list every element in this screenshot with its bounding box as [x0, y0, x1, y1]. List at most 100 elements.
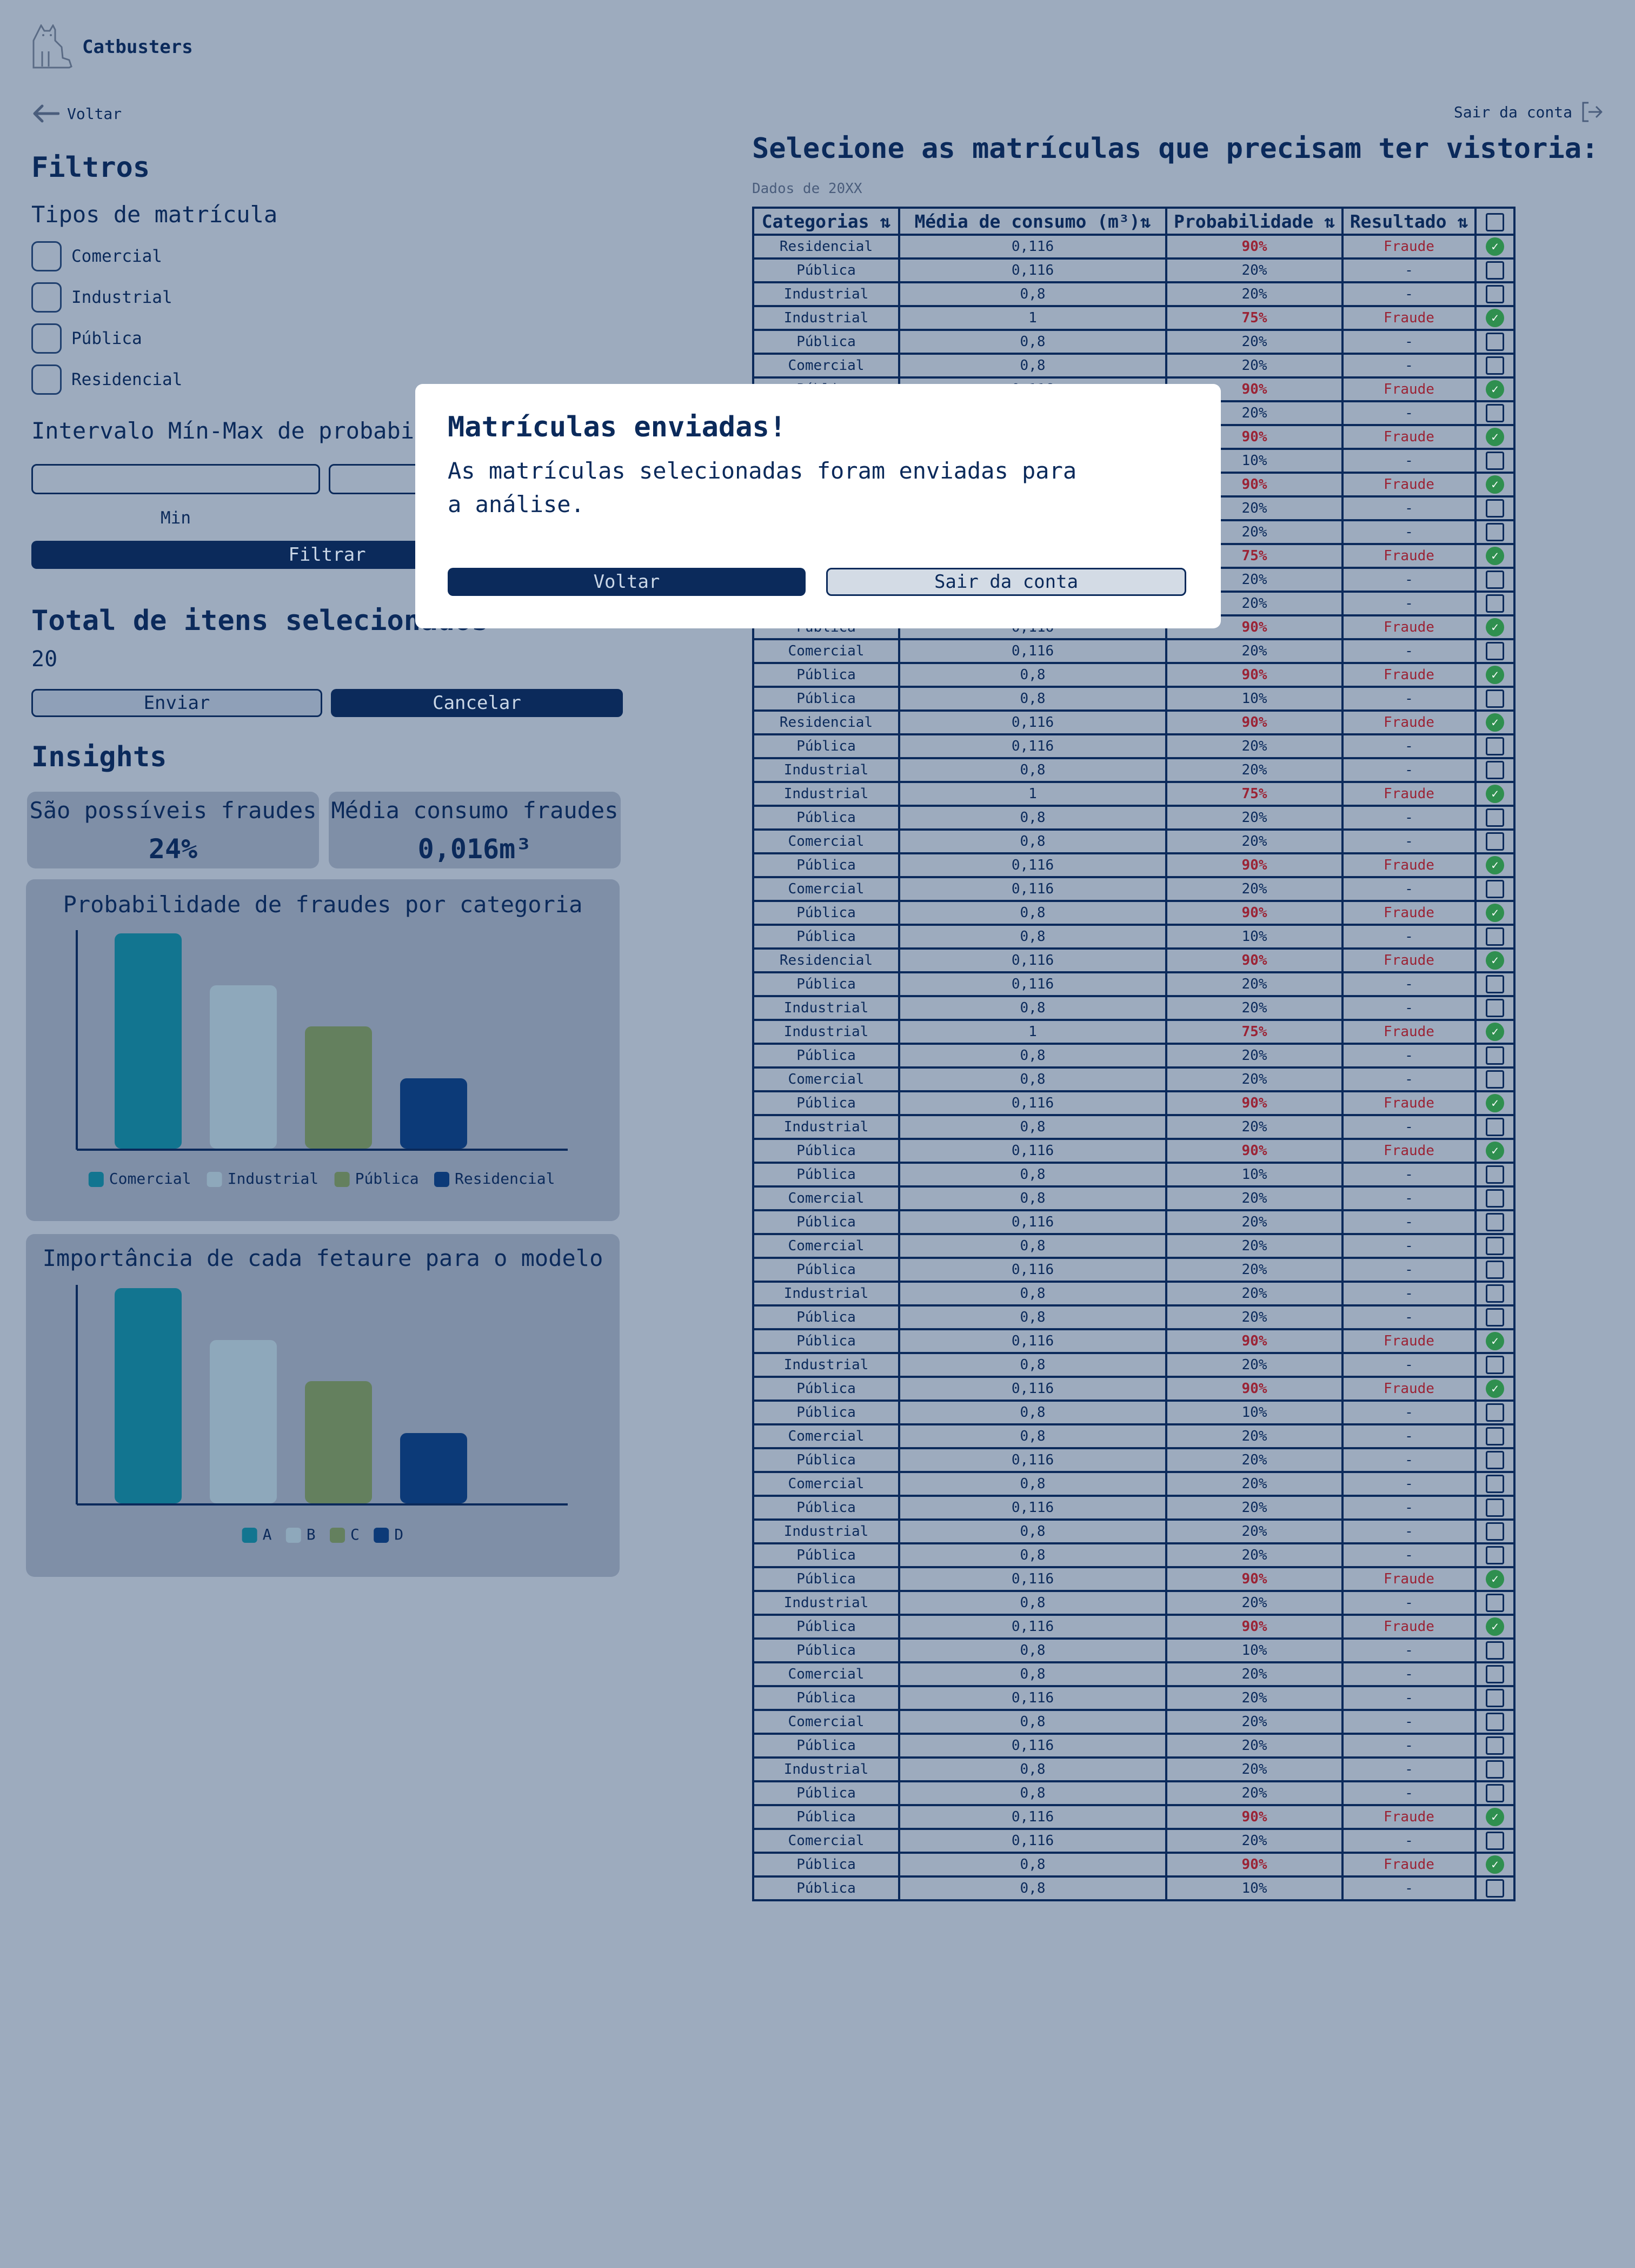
cell-select[interactable] — [1474, 876, 1516, 902]
checked-icon[interactable]: ✓ — [1486, 237, 1504, 256]
table-row[interactable]: Pública0,11620%- — [752, 971, 1516, 997]
row-checkbox[interactable] — [1486, 1665, 1504, 1683]
row-checkbox[interactable] — [1486, 927, 1504, 946]
cell-select[interactable]: ✓ — [1474, 1328, 1516, 1354]
table-row[interactable]: Pública0,11690%Fraude ✓ — [752, 1376, 1516, 1402]
table-row[interactable]: Comercial0,11620%- — [752, 1828, 1516, 1854]
table-row[interactable]: Pública0,11620%- — [752, 1447, 1516, 1473]
checked-icon[interactable]: ✓ — [1486, 713, 1504, 732]
row-checkbox[interactable] — [1486, 356, 1504, 375]
table-row[interactable]: Pública0,11620%- — [752, 1733, 1516, 1759]
checked-icon[interactable]: ✓ — [1486, 475, 1504, 494]
row-checkbox[interactable] — [1486, 523, 1504, 541]
table-row[interactable]: Residencial0,11690%Fraude ✓ — [752, 709, 1516, 735]
cell-select[interactable] — [1474, 257, 1516, 283]
table-row[interactable]: Residencial0,11690%Fraude ✓ — [752, 947, 1516, 973]
cell-select[interactable] — [1474, 1542, 1516, 1568]
table-row[interactable]: Pública0,11620%- — [752, 1209, 1516, 1235]
row-checkbox[interactable] — [1486, 1832, 1504, 1850]
row-checkbox[interactable] — [1486, 761, 1504, 779]
table-row[interactable]: Comercial0,820%- — [752, 1233, 1516, 1259]
cell-select[interactable] — [1474, 1066, 1516, 1092]
checked-icon[interactable]: ✓ — [1486, 666, 1504, 684]
row-checkbox[interactable] — [1486, 880, 1504, 898]
cell-select[interactable] — [1474, 567, 1516, 593]
row-checkbox[interactable] — [1486, 1165, 1504, 1184]
cell-select[interactable] — [1474, 1114, 1516, 1140]
back-link[interactable]: Voltar — [31, 104, 122, 123]
table-row[interactable]: Pública0,810%- — [752, 1400, 1516, 1425]
checked-icon[interactable]: ✓ — [1486, 428, 1504, 446]
cell-select[interactable]: ✓ — [1474, 1376, 1516, 1402]
row-checkbox[interactable] — [1486, 594, 1504, 613]
row-checkbox[interactable] — [1486, 1736, 1504, 1755]
cell-select[interactable] — [1474, 1780, 1516, 1806]
sort-arrows-icon[interactable]: ⇅ — [1324, 211, 1335, 232]
cell-select[interactable]: ✓ — [1474, 305, 1516, 331]
checkbox[interactable] — [31, 282, 62, 313]
cell-select[interactable]: ✓ — [1474, 376, 1516, 402]
table-row[interactable]: Comercial0,820%- — [752, 828, 1516, 854]
table-row[interactable]: Pública0,11620%- — [752, 1685, 1516, 1711]
cell-select[interactable] — [1474, 329, 1516, 355]
table-row[interactable]: Pública0,810%- — [752, 1875, 1516, 1901]
cell-select[interactable]: ✓ — [1474, 662, 1516, 688]
row-checkbox[interactable] — [1486, 1594, 1504, 1612]
table-row[interactable]: Pública0,11690%Fraude ✓ — [752, 1804, 1516, 1830]
cell-select[interactable] — [1474, 757, 1516, 783]
modal-logout-button[interactable]: Sair da conta — [826, 568, 1186, 596]
type-checkbox-residencial[interactable]: Residencial — [31, 364, 182, 395]
row-checkbox[interactable] — [1486, 689, 1504, 708]
row-checkbox[interactable] — [1486, 452, 1504, 470]
row-checkbox[interactable] — [1486, 1284, 1504, 1303]
cell-select[interactable] — [1474, 1495, 1516, 1521]
row-checkbox[interactable] — [1486, 1451, 1504, 1469]
checked-icon[interactable]: ✓ — [1486, 1855, 1504, 1874]
table-row[interactable]: Comercial0,820%- — [752, 1066, 1516, 1092]
cell-select[interactable]: ✓ — [1474, 1566, 1516, 1592]
table-row[interactable]: Pública0,11690%Fraude ✓ — [752, 1138, 1516, 1164]
cell-select[interactable]: ✓ — [1474, 900, 1516, 926]
cell-select[interactable] — [1474, 733, 1516, 759]
cell-select[interactable] — [1474, 1257, 1516, 1283]
cell-select[interactable] — [1474, 638, 1516, 664]
table-row[interactable]: Pública0,810%- — [752, 924, 1516, 950]
checked-icon[interactable]: ✓ — [1486, 1023, 1504, 1041]
table-row[interactable]: Pública0,820%- — [752, 805, 1516, 831]
table-row[interactable]: Industrial0,820%- — [752, 1114, 1516, 1140]
select-all-checkbox[interactable] — [1486, 213, 1504, 231]
cell-select[interactable] — [1474, 448, 1516, 474]
table-row[interactable]: Pública0,11620%- — [752, 733, 1516, 759]
checked-icon[interactable]: ✓ — [1486, 785, 1504, 803]
sort-arrows-icon[interactable]: ⇅ — [1140, 211, 1151, 232]
cell-select[interactable] — [1474, 1281, 1516, 1307]
checked-icon[interactable]: ✓ — [1486, 904, 1504, 922]
row-checkbox[interactable] — [1486, 1498, 1504, 1517]
table-row[interactable]: Industrial175%Fraude ✓ — [752, 781, 1516, 807]
checkbox[interactable] — [31, 323, 62, 354]
table-row[interactable]: Comercial0,820%- — [752, 1661, 1516, 1687]
cell-select[interactable] — [1474, 995, 1516, 1021]
table-row[interactable]: Pública0,810%- — [752, 686, 1516, 712]
row-checkbox[interactable] — [1486, 1689, 1504, 1707]
row-checkbox[interactable] — [1486, 975, 1504, 993]
table-row[interactable]: Pública0,11620%- — [752, 1257, 1516, 1283]
table-row[interactable]: Pública0,820%- — [752, 329, 1516, 355]
table-row[interactable]: Pública0,11690%Fraude ✓ — [752, 1328, 1516, 1354]
row-checkbox[interactable] — [1486, 1403, 1504, 1422]
row-checkbox[interactable] — [1486, 1475, 1504, 1493]
cell-select[interactable] — [1474, 1043, 1516, 1069]
checked-icon[interactable]: ✓ — [1486, 1094, 1504, 1112]
cell-select[interactable] — [1474, 495, 1516, 521]
cell-select[interactable] — [1474, 1661, 1516, 1687]
checked-icon[interactable]: ✓ — [1486, 1332, 1504, 1350]
row-checkbox[interactable] — [1486, 285, 1504, 303]
cell-select[interactable]: ✓ — [1474, 234, 1516, 260]
row-checkbox[interactable] — [1486, 1713, 1504, 1731]
row-checkbox[interactable] — [1486, 333, 1504, 351]
table-row[interactable]: Pública0,820%- — [752, 1043, 1516, 1069]
cell-select[interactable] — [1474, 281, 1516, 307]
header-result[interactable]: Resultado ⇅ — [1341, 207, 1477, 236]
row-checkbox[interactable] — [1486, 1546, 1504, 1564]
row-checkbox[interactable] — [1486, 1356, 1504, 1374]
